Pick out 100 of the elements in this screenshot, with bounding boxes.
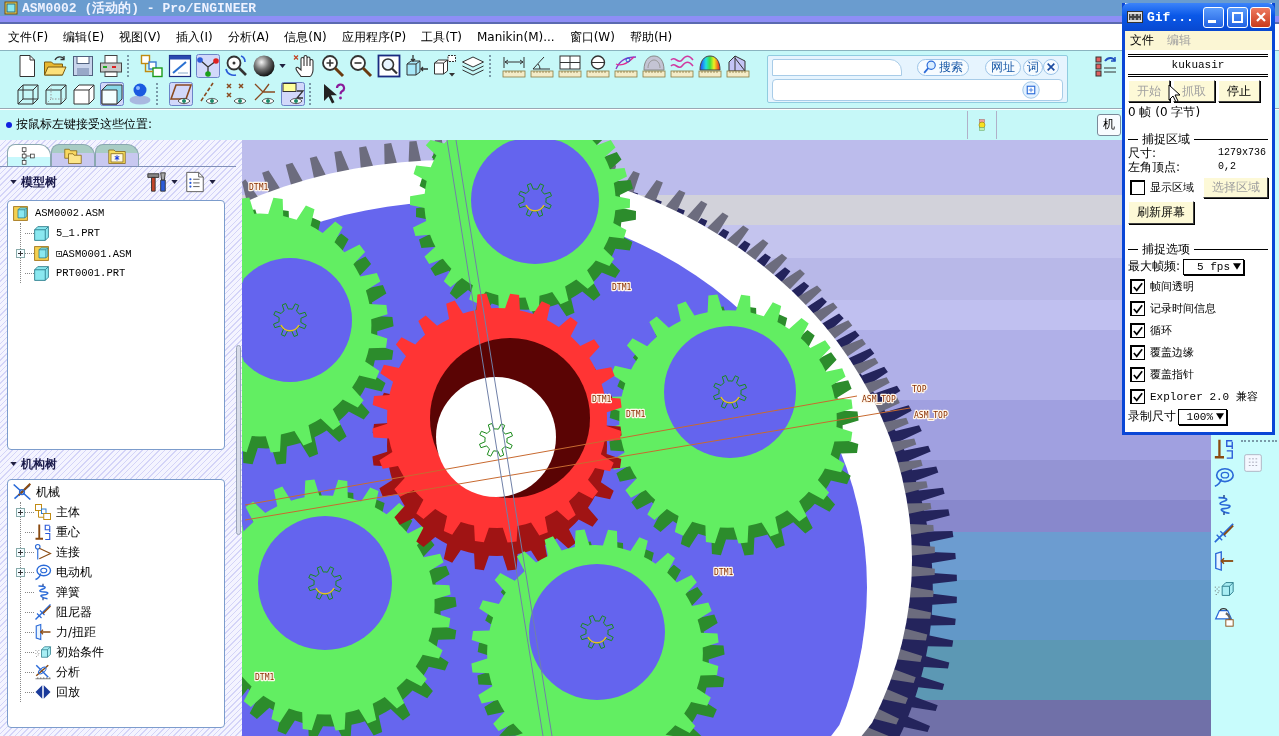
menu-item[interactable]: 文件(F): [8, 28, 49, 46]
cube-tag-icon[interactable]: [433, 54, 457, 78]
search-button[interactable]: 搜索: [917, 58, 969, 76]
caret-icon[interactable]: [171, 180, 178, 184]
tree-item[interactable]: 弹簧: [56, 583, 80, 601]
mode-button[interactable]: 机: [1097, 113, 1121, 136]
caret-icon[interactable]: [10, 180, 17, 184]
screen-icon[interactable]: [1022, 81, 1040, 99]
checkbox[interactable]: [1130, 366, 1145, 382]
tree-item[interactable]: 电动机: [56, 563, 92, 581]
expand-icon[interactable]: [16, 567, 25, 577]
caret-icon[interactable]: [10, 462, 17, 466]
zoom-window-icon[interactable]: [377, 54, 401, 78]
url-button[interactable]: 网址: [985, 58, 1021, 76]
sphere-icon[interactable]: [252, 54, 276, 78]
zoom-out-icon[interactable]: [349, 54, 373, 78]
panel-tab[interactable]: [51, 144, 95, 166]
bag-icon[interactable]: [1213, 606, 1235, 628]
checkbox[interactable]: [1130, 179, 1145, 195]
menu-item[interactable]: 插入(I): [175, 28, 213, 46]
expand-icon[interactable]: [16, 547, 25, 557]
help-pointer-icon[interactable]: [322, 82, 346, 106]
menu-item[interactable]: 工具(T): [421, 28, 462, 46]
caret-icon[interactable]: [209, 180, 216, 184]
curve-measure-icon[interactable]: [614, 54, 638, 78]
plane-eye-icon[interactable]: [169, 82, 193, 106]
point-eye-icon[interactable]: [225, 82, 249, 106]
angle-measure-icon[interactable]: [530, 54, 554, 78]
tree-item[interactable]: 重心: [56, 523, 80, 541]
window-icon[interactable]: [168, 54, 192, 78]
open-folder-icon[interactable]: [43, 54, 67, 78]
checkbox[interactable]: [1130, 278, 1145, 294]
menu-item[interactable]: 视图(V): [119, 28, 161, 46]
address-field[interactable]: [772, 79, 1063, 101]
menu-item[interactable]: 应用程序(P): [341, 28, 407, 46]
csys-eye-icon[interactable]: [253, 82, 277, 106]
list-swap-icon[interactable]: [1094, 54, 1118, 78]
axis-eye-icon[interactable]: [197, 82, 221, 106]
tree-item[interactable]: 回放: [56, 683, 80, 701]
checkbox[interactable]: [1130, 322, 1145, 338]
record-size-dropdown[interactable]: 100%: [1178, 408, 1227, 425]
gravity-icon[interactable]: [1213, 438, 1235, 460]
tree-item[interactable]: 阻尼器: [56, 603, 92, 621]
no-hidden-cube-icon[interactable]: [72, 82, 96, 106]
word-button[interactable]: 词: [1023, 58, 1043, 76]
hand-icon[interactable]: [293, 54, 317, 78]
tools-icon[interactable]: [146, 171, 168, 193]
tree-item[interactable]: ⊡ASM0001.ASM: [56, 246, 132, 260]
menu-item[interactable]: Manikin(M)...: [476, 30, 555, 44]
tree-item[interactable]: 初始条件: [56, 643, 104, 661]
tree-item[interactable]: 分析: [56, 663, 80, 681]
printer-icon[interactable]: [99, 54, 123, 78]
close-button[interactable]: [1043, 59, 1059, 75]
menu-item[interactable]: 信息(N): [284, 28, 327, 46]
nodes-icon[interactable]: [196, 54, 220, 78]
prism-icon[interactable]: [726, 54, 750, 78]
hidden-line-cube-icon[interactable]: [44, 82, 68, 106]
list-settings-icon[interactable]: [184, 171, 206, 193]
menu-item[interactable]: 文件: [1130, 32, 1154, 49]
save-icon[interactable]: [71, 54, 95, 78]
distance-measure-icon[interactable]: [502, 54, 526, 78]
color-map-icon[interactable]: [698, 54, 722, 78]
cube-arrow-icon[interactable]: [405, 54, 429, 78]
tree-item[interactable]: PRT0001.PRT: [56, 267, 126, 279]
menu-item[interactable]: 窗口(W): [569, 28, 615, 46]
menu-item[interactable]: 帮助(H): [629, 28, 673, 46]
tree-item[interactable]: 力/扭距: [56, 623, 97, 641]
panel-tab[interactable]: [7, 144, 51, 166]
motor-icon[interactable]: [1213, 466, 1235, 488]
length-measure-icon[interactable]: [558, 54, 582, 78]
shaded-cube-icon[interactable]: [100, 82, 124, 106]
diameter-measure-icon[interactable]: [586, 54, 610, 78]
force-icon[interactable]: [1213, 550, 1235, 572]
minimize-button[interactable]: [1203, 6, 1224, 28]
tree-item[interactable]: 机械: [36, 483, 60, 501]
expand-icon[interactable]: [16, 248, 25, 258]
caret-icon[interactable]: [279, 64, 286, 68]
maximize-button[interactable]: [1227, 6, 1248, 28]
tree-item[interactable]: 5_1.PRT: [56, 227, 101, 239]
menu-item[interactable]: 分析(A): [227, 28, 270, 46]
tree-item[interactable]: 连接: [56, 543, 80, 561]
checkbox[interactable]: [1130, 300, 1145, 316]
damper-icon[interactable]: [1213, 522, 1235, 544]
frame-rate-dropdown[interactable]: 5 fps: [1183, 258, 1245, 275]
wireframe-cube-icon[interactable]: [16, 82, 40, 106]
search-field[interactable]: [772, 58, 902, 76]
checkbox[interactable]: [1130, 344, 1145, 360]
tree-item[interactable]: 主体: [56, 503, 80, 521]
panel-tab[interactable]: [95, 144, 139, 166]
wave-icon[interactable]: [670, 54, 694, 78]
magnifier-icon[interactable]: [224, 54, 248, 78]
squares-icon[interactable]: [140, 54, 164, 78]
checkbox[interactable]: [1130, 388, 1145, 404]
tree-item[interactable]: ASM0002.ASM: [35, 207, 105, 219]
splitter-handle[interactable]: [236, 345, 241, 535]
layers-icon[interactable]: [461, 54, 485, 78]
note-eye-icon[interactable]: [281, 82, 305, 106]
spotlight-icon[interactable]: [128, 82, 152, 106]
refresh-button[interactable]: 刷新屏幕: [1128, 201, 1194, 224]
menu-item[interactable]: 编辑(E): [63, 28, 105, 46]
